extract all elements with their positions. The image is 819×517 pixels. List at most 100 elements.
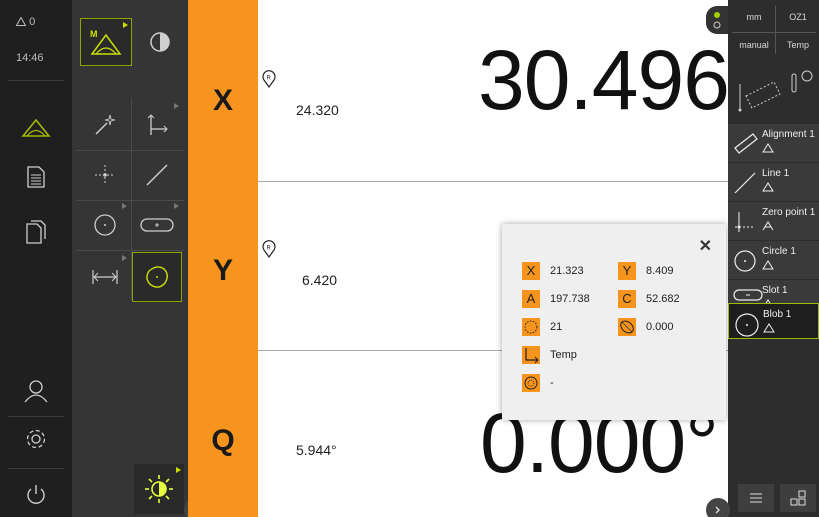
feature-label: Slot 1: [762, 285, 788, 296]
measure-icon: [21, 118, 51, 137]
popup-filter-value: -: [550, 377, 554, 389]
feature-item-blob[interactable]: Blob 1: [728, 303, 819, 339]
feature-preview-icon: [738, 70, 813, 112]
divider: [8, 80, 64, 81]
status-indicator-icon: [713, 12, 721, 29]
light-bulb-icon: [145, 475, 173, 503]
unit-button[interactable]: mm: [734, 12, 774, 22]
row-divider: [258, 181, 728, 182]
list-icon: [750, 493, 762, 503]
light-settings-button[interactable]: [134, 464, 184, 514]
line-icon: [146, 164, 168, 186]
svg-text:R: R: [267, 76, 272, 82]
x-position-value: 30.496: [478, 33, 730, 127]
contrast-button[interactable]: [135, 18, 185, 66]
gear-icon: [26, 429, 46, 449]
point-icon: [95, 165, 115, 185]
y-secondary-value: 6.420: [302, 272, 338, 288]
svg-text:M: M: [90, 29, 98, 39]
palette-divider: [76, 250, 184, 251]
blob-tool-button[interactable]: [132, 252, 182, 302]
feature-item-circle[interactable]: Circle 1: [728, 241, 819, 279]
zero-point-icon: [735, 212, 753, 232]
x-coordinate-icon: X: [522, 262, 540, 280]
files-icon: [26, 220, 46, 244]
point-tool-button[interactable]: [80, 150, 130, 200]
report-icon: [27, 166, 45, 188]
user-login-button[interactable]: [0, 364, 72, 418]
popup-y-value: 8.409: [646, 265, 674, 277]
alarm-count: 0: [29, 16, 36, 28]
file-management-button[interactable]: [0, 205, 72, 259]
measured-icon: [762, 260, 774, 270]
feature-item-zero-point[interactable]: Zero point 1: [728, 202, 819, 240]
popup-area-value: 197.738: [550, 293, 590, 305]
status-led-tab[interactable]: [706, 6, 728, 34]
tiles-icon: [790, 490, 806, 506]
report-menu-button[interactable]: [0, 150, 72, 204]
feature-preview[interactable]: [734, 66, 814, 120]
measured-icon: [762, 143, 774, 153]
feature-item-line[interactable]: Line 1: [728, 163, 819, 201]
measure-mode-icon: M: [90, 29, 122, 55]
blob-icon: [735, 313, 759, 337]
y-coordinate-icon: Y: [618, 262, 636, 280]
submenu-indicator: [174, 103, 179, 109]
popup-form-value: 0.000: [646, 321, 674, 333]
feature-list-button[interactable]: [738, 484, 774, 512]
feature-label: Line 1: [762, 168, 790, 179]
warning-icon: [15, 16, 27, 26]
area-icon: A: [522, 290, 540, 308]
divider: [732, 32, 816, 33]
line-tool-button[interactable]: [132, 150, 182, 200]
close-button[interactable]: ✕: [699, 236, 712, 256]
main-menu: 0 14:46: [0, 0, 72, 517]
alarm-indicator[interactable]: 0: [15, 16, 36, 28]
constructed-icon: [762, 221, 774, 231]
circle-icon: [734, 250, 756, 272]
user-icon: [24, 380, 48, 403]
measured-points-icon: [522, 318, 540, 336]
measured-icon: [763, 323, 775, 333]
feature-item-alignment[interactable]: Alignment 1: [728, 124, 819, 162]
settings-button[interactable]: [0, 412, 72, 466]
popup-coordinate-system: Temp: [550, 349, 577, 361]
coordinate-system-icon: [522, 346, 540, 364]
view-mode-button[interactable]: [780, 484, 816, 512]
reference-mark-icon: R: [262, 70, 276, 88]
reference-mark-icon: R: [262, 240, 276, 258]
contrast-icon: [150, 32, 170, 52]
magic-wand-icon: [95, 114, 116, 135]
measured-icon: [762, 182, 774, 192]
mode-button[interactable]: manual: [734, 40, 774, 50]
submenu-indicator: [174, 203, 179, 209]
expand-inspector-button[interactable]: [706, 498, 730, 517]
chevron-right-icon: [715, 506, 720, 514]
submenu-indicator: [122, 203, 127, 209]
popup-circumference-value: 52.682: [646, 293, 680, 305]
status-area: 0 14:46: [0, 0, 72, 78]
axis-y-label: Y: [212, 254, 233, 287]
filter-icon: [522, 374, 540, 392]
slot-tool-button[interactable]: [132, 200, 182, 250]
zero-point-icon: [147, 114, 168, 135]
slot-icon: [733, 289, 763, 301]
popup-x-value: 21.323: [550, 265, 584, 277]
power-button[interactable]: [0, 468, 72, 517]
circle-tool-button[interactable]: [80, 200, 130, 250]
manual-measure-mode-button[interactable]: M: [80, 18, 132, 66]
submenu-indicator: [122, 255, 127, 261]
temp-button[interactable]: Temp: [778, 40, 818, 50]
feature-label: Circle 1: [762, 246, 796, 257]
svg-text:R: R: [267, 246, 272, 252]
popup-points-value: 21: [550, 321, 563, 333]
measure-menu-button[interactable]: [0, 100, 72, 154]
distance-tool-button[interactable]: [80, 252, 130, 302]
zero-point-tool-button[interactable]: [132, 100, 182, 150]
feature-details-popup: ✕ X 21.323 Y 8.409 A 197.738 C 52.682 21…: [502, 224, 726, 420]
blob-icon: [146, 266, 168, 288]
measure-magic-wand-button[interactable]: [80, 100, 130, 150]
axis-q-label: Q: [211, 424, 235, 457]
preset-button[interactable]: OZ1: [778, 12, 818, 22]
circle-icon: [94, 214, 116, 236]
